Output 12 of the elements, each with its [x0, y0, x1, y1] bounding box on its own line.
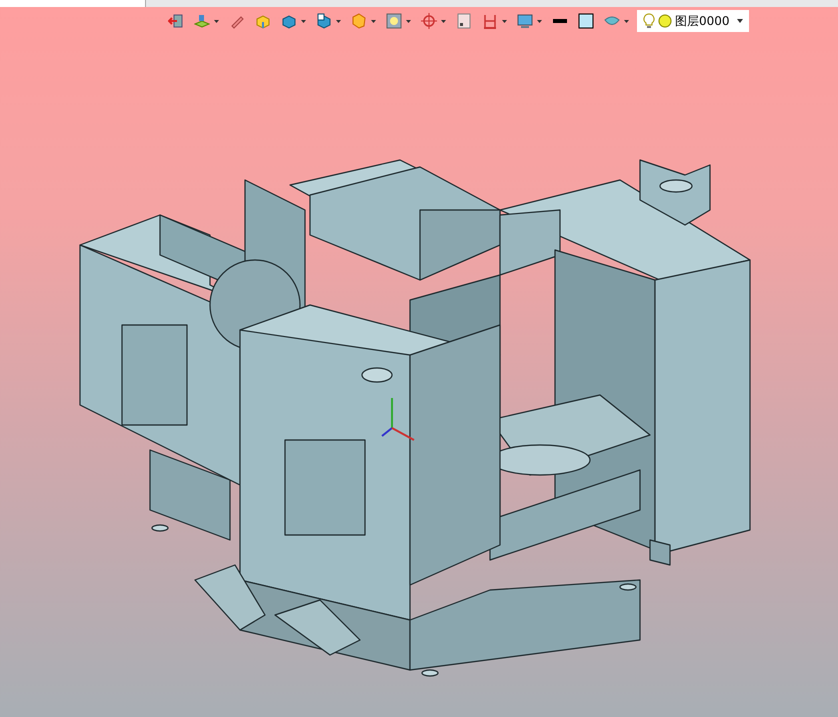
circle-icon	[658, 14, 672, 28]
layer-name: 图层0000	[675, 12, 730, 30]
layer-dropdown[interactable]: 图层0000	[637, 10, 749, 32]
lightbulb-icon	[643, 13, 655, 29]
square-icon	[386, 13, 402, 29]
exit-icon	[168, 13, 184, 29]
caret-icon	[737, 19, 743, 23]
toolbar-button[interactable]	[576, 11, 596, 31]
layers-icon	[194, 13, 210, 29]
axis-triad-icon	[381, 398, 414, 441]
monitor-icon	[517, 13, 533, 29]
cross-icon	[421, 13, 437, 29]
